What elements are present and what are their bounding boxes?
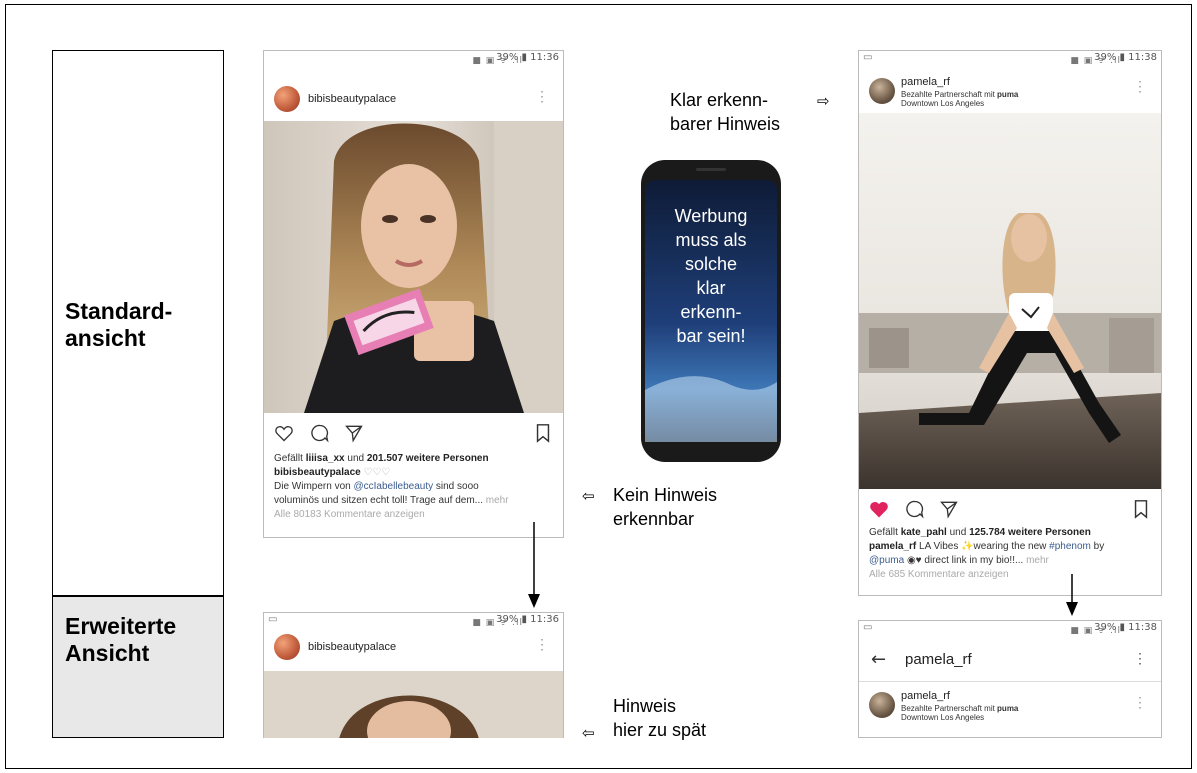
share-icon[interactable] (939, 499, 959, 519)
phone-screen-text: Werbung muss als solche klar erkenn- bar… (674, 206, 748, 346)
likes-line: Gefällt liiisa_xx und 201.507 weitere Pe… (274, 453, 489, 464)
status-bar: ■ ▣ ᯤ .ıl 39% ▮ 11:36 (264, 51, 563, 67)
bookmark-icon[interactable] (1133, 499, 1149, 519)
post-actions (264, 421, 563, 447)
likes-line: Gefällt kate_pahl und 125.784 weitere Pe… (869, 527, 1091, 538)
note-clear-hint: Klar erkenn- barer Hinweis (670, 90, 781, 134)
bookmark-icon[interactable] (535, 423, 551, 443)
avatar[interactable] (274, 86, 300, 112)
post-left-standard: ■ ▣ ᯤ .ıl 39% ▮ 11:36 bibisbeautypalace … (263, 50, 564, 538)
gallery-icon: ▭ (268, 614, 278, 625)
extended-label-box: Erweiterte Ansicht (52, 596, 224, 738)
post-actions (859, 497, 1161, 523)
arrow-left-icon: ⇦ (582, 724, 595, 742)
liked-heart-icon[interactable] (869, 499, 889, 519)
more-link[interactable]: mehr (1023, 555, 1049, 566)
status-bar: ▭ ■ ▣ ᯤ .ıl 39% ▮ 11:36 (264, 613, 563, 629)
arrow-down-left (528, 522, 540, 608)
avatar[interactable] (274, 634, 300, 660)
post-location[interactable]: Downtown Los Angeles (901, 99, 984, 108)
paid-partnership-label: Bezahlte Partnerschaft mit puma (901, 90, 1019, 99)
more-options-icon[interactable]: ⋮ (535, 89, 549, 103)
post-header: pamela_rf Bezahlte Partnerschaft mit pum… (859, 687, 1161, 723)
post-username[interactable]: pamela_rf (901, 690, 950, 702)
avatar[interactable] (869, 78, 895, 104)
gallery-icon: ▭ (863, 622, 873, 633)
arrow-left-icon: ⇦ (582, 487, 595, 505)
comments-link[interactable]: Alle 685 Kommentare anzeigen (869, 568, 1157, 582)
status-bar: ▭ ■ ▣ ᯤ .ıl 39% ▮ 11:38 (859, 51, 1161, 67)
standard-label: Standard- ansicht (65, 298, 173, 351)
status-time: 39% ▮ 11:38 (1094, 622, 1157, 633)
post-header: bibisbeautypalace ⋮ (264, 629, 563, 665)
caption-line-1: pamela_rf LA Vibes ✨wearing the new #phe… (869, 541, 1105, 552)
post-username[interactable]: bibisbeautypalace (308, 641, 396, 653)
paid-partnership-label: Bezahlte Partnerschaft mit puma (901, 704, 1019, 713)
post-right-extended: ▭ ■ ▣ ᯤ .ıl 39% ▮ 11:38 ← pamela_rf ⋮ pa… (858, 620, 1162, 738)
comments-link[interactable]: Alle 80183 Kommentare anzeigen (274, 508, 559, 522)
post-photo (264, 121, 563, 413)
comment-icon[interactable] (905, 499, 925, 519)
post-username[interactable]: pamela_rf (901, 76, 950, 88)
more-options-icon[interactable]: ⋮ (1133, 79, 1147, 93)
more-options-icon[interactable]: ⋮ (1133, 651, 1147, 665)
avatar[interactable] (869, 692, 895, 718)
post-location[interactable]: Downtown Los Angeles (901, 713, 984, 722)
extended-label: Erweiterte Ansicht (65, 613, 177, 666)
caption-line-2: voluminös und sitzen echt toll! Trage au… (274, 495, 509, 506)
note-no-hint: Kein Hinweis erkennbar (613, 485, 718, 529)
post-photo (859, 113, 1161, 489)
more-options-icon[interactable]: ⋮ (1133, 695, 1147, 709)
status-time: 39% ▮ 11:38 (1094, 52, 1157, 63)
post-header: pamela_rf Bezahlte Partnerschaft mit pum… (859, 73, 1161, 109)
post-header: bibisbeautypalace ⋮ (264, 81, 563, 117)
note-late-hint: Hinweis hier zu spät (613, 696, 707, 740)
standard-label-box: Standard- ansicht (52, 50, 224, 596)
share-icon[interactable] (344, 423, 364, 443)
app-bar-title: pamela_rf (905, 651, 972, 668)
caption-title: bibisbeautypalace ♡♡♡ (274, 467, 391, 478)
status-time: 39% ▮ 11:36 (496, 614, 559, 625)
app-bar: ← pamela_rf ⋮ (859, 639, 1161, 682)
more-options-icon[interactable]: ⋮ (535, 637, 549, 651)
gallery-icon: ▭ (863, 52, 873, 63)
more-link[interactable]: mehr (483, 495, 509, 506)
status-time: 39% ▮ 11:36 (496, 52, 559, 63)
post-username[interactable]: bibisbeautypalace (308, 93, 396, 105)
post-left-extended: ▭ ■ ▣ ᯤ .ıl 39% ▮ 11:36 bibisbeautypalac… (263, 612, 564, 738)
like-heart-icon[interactable] (274, 423, 294, 443)
post-caption: Gefällt liiisa_xx und 201.507 weitere Pe… (274, 452, 559, 522)
arrow-right-icon: ⇨ (817, 92, 830, 110)
smartphone-illustration: Werbung muss als solche klar erkenn- bar… (641, 160, 781, 462)
arrow-down-right (1066, 574, 1078, 616)
post-right-standard: ▭ ■ ▣ ᯤ .ıl 39% ▮ 11:38 pamela_rf Bezahl… (858, 50, 1162, 596)
post-caption: Gefällt kate_pahl und 125.784 weitere Pe… (869, 526, 1157, 582)
caption-line-2: @puma ◉♥ direct link in my bio!!... mehr (869, 555, 1049, 566)
status-bar: ▭ ■ ▣ ᯤ .ıl 39% ▮ 11:38 (859, 621, 1161, 637)
post-photo (264, 671, 563, 738)
back-arrow-icon[interactable]: ← (871, 649, 886, 670)
comment-icon[interactable] (310, 423, 330, 443)
caption-line-1: Die Wimpern von @ccIabellebeauty sind so… (274, 481, 479, 492)
